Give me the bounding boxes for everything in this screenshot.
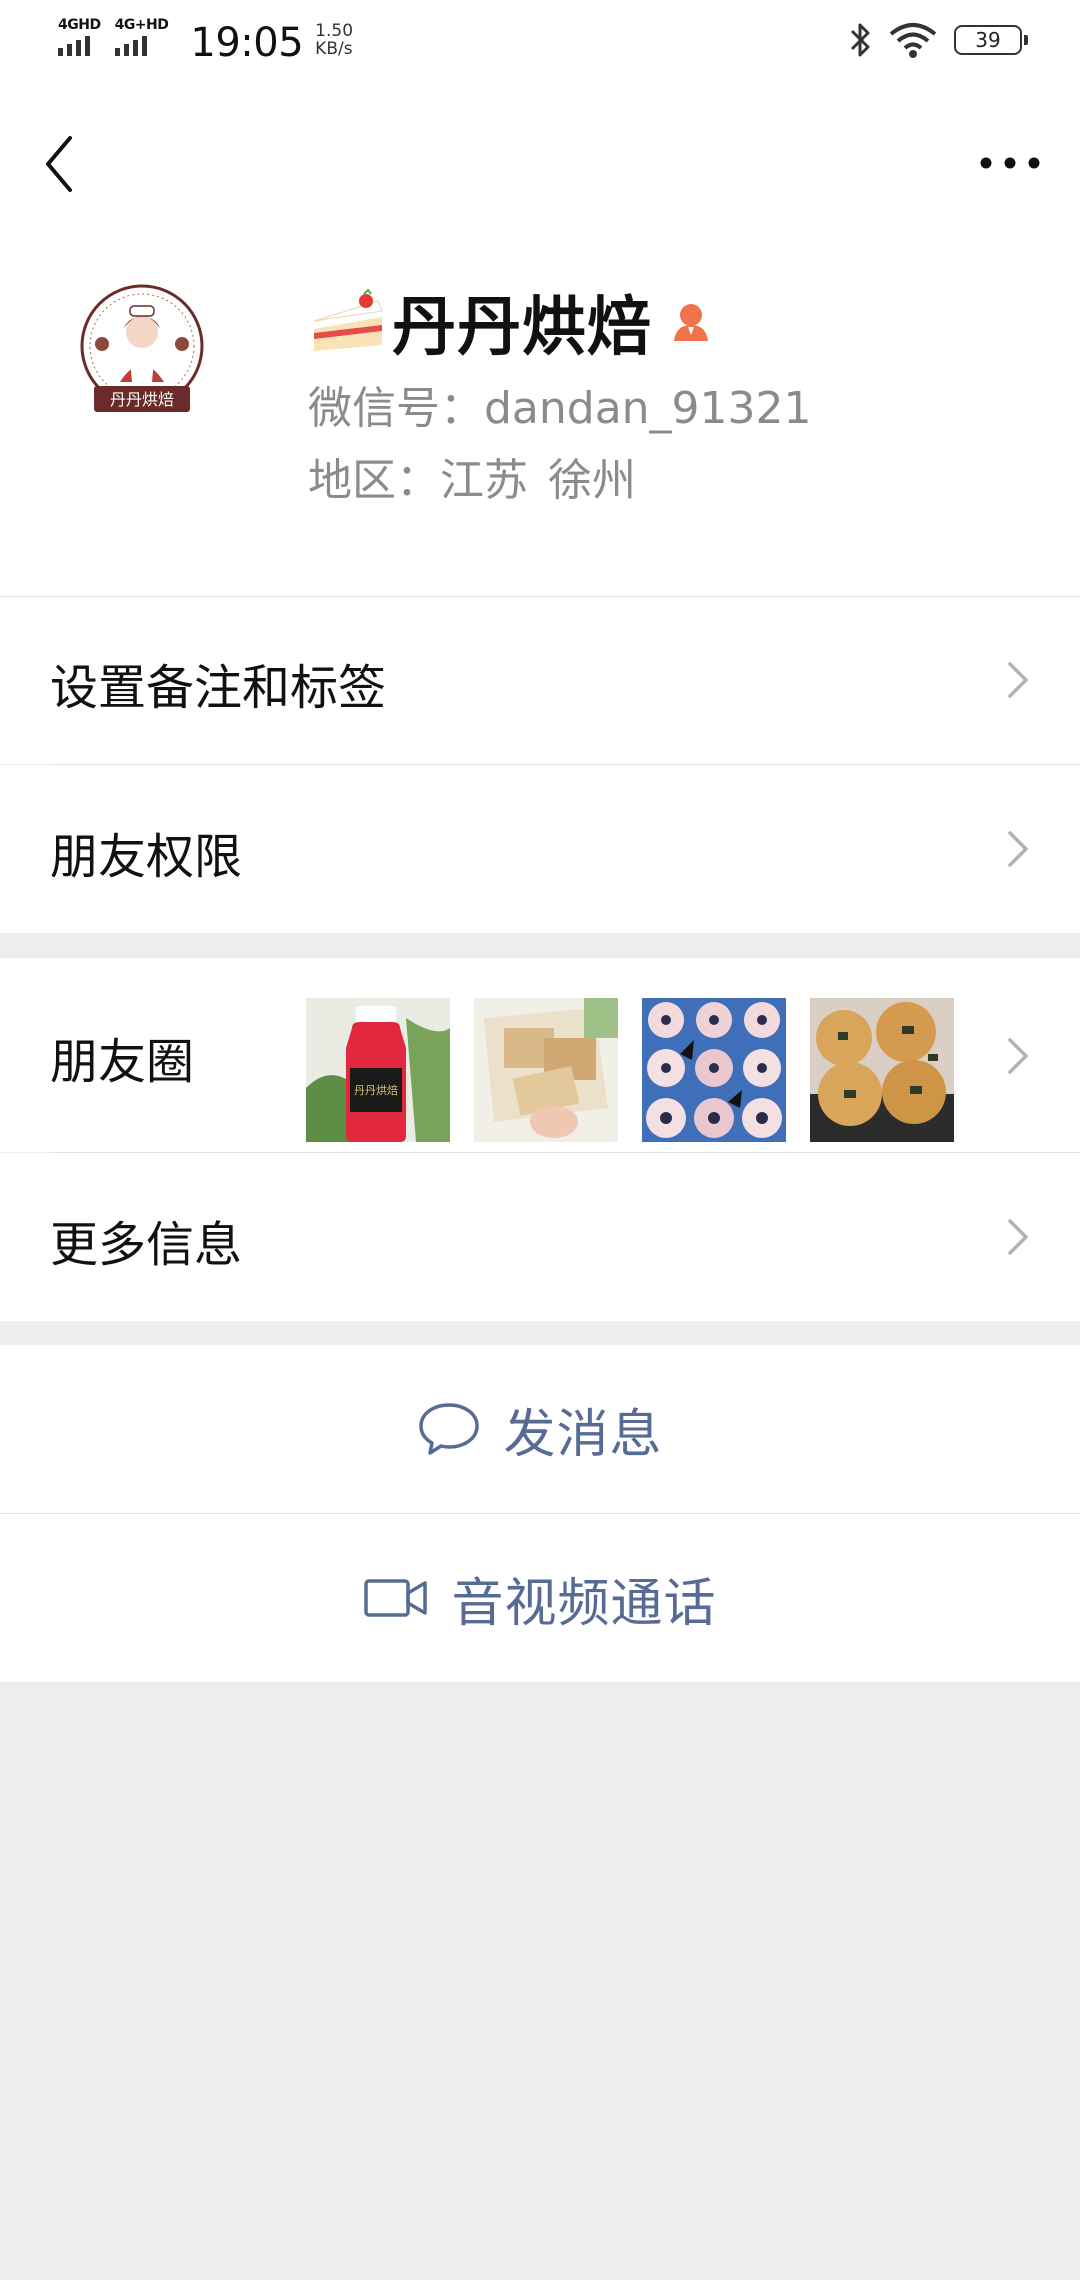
remarks-tags-row[interactable]: 设置备注和标签 bbox=[0, 596, 1080, 764]
profile-name: 丹丹烘焙 bbox=[308, 276, 716, 368]
profile-header: 丹丹烘焙 丹丹烘焙 微信号：dandan_91321 地区：江苏 徐州 bbox=[0, 84, 1080, 596]
avatar[interactable]: 丹丹烘焙 bbox=[66, 284, 218, 436]
moments-thumb-juice[interactable]: 丹丹烘焙 bbox=[306, 998, 450, 1142]
moments-label: 朋友圈 bbox=[50, 1034, 195, 1090]
send-message-button[interactable]: 发消息 bbox=[0, 1345, 1080, 1513]
bluetooth-icon bbox=[850, 23, 870, 57]
signal-bars-icon bbox=[114, 34, 169, 56]
moments-thumb-floss-cakes[interactable] bbox=[810, 998, 954, 1142]
moments-thumbnails: 丹丹烘焙 bbox=[306, 998, 954, 1142]
signal-bars-icon bbox=[58, 34, 101, 56]
signal-sim1: 4GHD bbox=[58, 18, 101, 56]
chevron-right-icon bbox=[1008, 831, 1028, 867]
moments-thumb-cupcakes[interactable] bbox=[642, 998, 786, 1142]
cake-emoji-icon bbox=[313, 288, 383, 351]
chat-bubble-icon bbox=[419, 1403, 480, 1455]
send-message-label: 发消息 bbox=[503, 1404, 663, 1465]
battery-icon: 39 bbox=[954, 25, 1028, 55]
friend-permissions-label: 朋友权限 bbox=[50, 829, 243, 885]
more-info-label: 更多信息 bbox=[50, 1217, 243, 1273]
status-left: 4GHD 4G+HD 19:05 1.50 KB/s bbox=[58, 18, 353, 68]
speed-value: 1.50 bbox=[315, 21, 354, 41]
friend-permissions-row[interactable]: 朋友权限 bbox=[0, 765, 1080, 933]
status-time: 19:05 bbox=[190, 20, 304, 66]
profile-display-name: 丹丹烘焙 bbox=[392, 291, 652, 365]
sim1-label: 4GHD bbox=[58, 17, 101, 33]
status-bar: 4GHD 4G+HD 19:05 1.50 KB/s 39 bbox=[0, 0, 1080, 84]
juice-label-text: 丹丹烘焙 bbox=[354, 1083, 398, 1097]
video-call-button[interactable]: 音视频通话 bbox=[0, 1514, 1080, 1682]
chevron-right-icon bbox=[1008, 1038, 1028, 1074]
region: 地区：江苏 徐州 bbox=[308, 444, 636, 508]
region-city: 徐州 bbox=[548, 455, 636, 506]
female-gender-icon bbox=[674, 304, 708, 341]
chevron-right-icon bbox=[1008, 662, 1028, 698]
moments-row[interactable]: 朋友圈 丹丹烘焙 bbox=[0, 958, 1080, 1152]
more-info-row[interactable]: 更多信息 bbox=[0, 1153, 1080, 1321]
network-speed: 1.50 KB/s bbox=[315, 22, 353, 58]
remarks-tags-label: 设置备注和标签 bbox=[50, 660, 387, 716]
video-call-label: 音视频通话 bbox=[451, 1573, 717, 1634]
moments-thumb-biscuits[interactable] bbox=[474, 998, 618, 1142]
wifi-icon bbox=[889, 23, 937, 58]
avatar-logo-text: 丹丹烘焙 bbox=[110, 390, 174, 409]
wechat-id: 微信号：dandan_91321 bbox=[308, 383, 812, 434]
status-right: 39 bbox=[846, 20, 1028, 60]
back-icon[interactable] bbox=[36, 124, 88, 204]
battery-level: 39 bbox=[975, 28, 1001, 52]
sim2-label: 4G+HD bbox=[114, 17, 169, 33]
speed-unit: KB/s bbox=[315, 39, 353, 59]
region-label: 地区： bbox=[308, 455, 440, 506]
region-province: 江苏 bbox=[440, 455, 528, 506]
chevron-right-icon bbox=[1008, 1219, 1028, 1255]
signal-sim2: 4G+HD bbox=[114, 17, 169, 56]
more-options-icon[interactable] bbox=[970, 138, 1050, 188]
video-camera-icon bbox=[364, 1579, 428, 1617]
